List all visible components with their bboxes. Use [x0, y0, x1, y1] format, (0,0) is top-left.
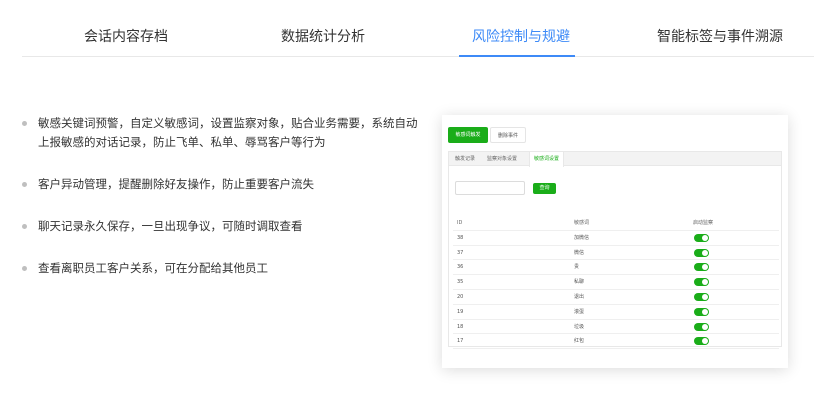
- monitor-toggle[interactable]: [694, 263, 709, 272]
- row-id: 37: [457, 249, 464, 256]
- table-row: 18 垃圾: [453, 320, 779, 335]
- table-row: 38 加微信: [453, 231, 779, 246]
- active-tab-indicator: [459, 55, 575, 57]
- table-row: 37 微信: [453, 246, 779, 261]
- table-row: 35 私聊: [453, 275, 779, 290]
- search-button[interactable]: 查询: [533, 183, 556, 194]
- sensitive-word-table: ID 敏感词 启动监察 38 加微信 37 微信 36 贵 35 私聊 20 退…: [453, 216, 779, 350]
- monitor-toggle[interactable]: [694, 307, 709, 316]
- feature-tabs: 会话内容存档 数据统计分析 风险控制与规避 智能标签与事件溯源: [22, 0, 814, 57]
- bullet-icon: [22, 121, 27, 126]
- toggle-knob: [702, 323, 708, 330]
- table-header: ID 敏感词 启动监察: [453, 216, 779, 231]
- sub-tabs: 触发记录 监察对象设置 敏感词设置: [449, 152, 781, 167]
- monitor-toggle[interactable]: [694, 292, 709, 301]
- monitor-toggle[interactable]: [694, 248, 709, 257]
- bullet-icon: [22, 224, 27, 229]
- row-word: 滚蛋: [574, 308, 585, 315]
- toggle-knob: [702, 338, 708, 345]
- feature-text: 敏感关键词预警，自定义敏感词，设置监察对象，贴合业务需要，系统自动上报敏感的对话…: [38, 116, 418, 149]
- search-input[interactable]: [455, 181, 525, 195]
- list-item: 敏感关键词预警，自定义敏感词，设置监察对象，贴合业务需要，系统自动上报敏感的对话…: [22, 114, 422, 152]
- bullet-icon: [22, 182, 27, 187]
- toggle-knob: [702, 264, 708, 271]
- toggle-knob: [702, 308, 708, 315]
- list-item: 客户异动管理，提醒删除好友操作，防止重要客户流失: [22, 175, 422, 194]
- table-row: 19 滚蛋: [453, 305, 779, 320]
- row-word: 微信: [574, 249, 585, 256]
- feature-list: 敏感关键词预警，自定义敏感词，设置监察对象，贴合业务需要，系统自动上报敏感的对话…: [22, 114, 422, 278]
- row-id: 36: [457, 264, 464, 271]
- toggle-knob: [702, 234, 708, 241]
- tab-risk-control[interactable]: 风险控制与规避: [472, 26, 570, 46]
- tab-chat-archive[interactable]: 会话内容存档: [84, 26, 168, 46]
- column-header-monitor: 启动监察: [693, 220, 714, 226]
- row-id: 17: [457, 338, 464, 345]
- row-word: 垃圾: [574, 323, 585, 330]
- monitor-toggle[interactable]: [694, 322, 709, 331]
- row-word: 红包: [574, 338, 585, 345]
- subtab-trigger-log[interactable]: 触发记录: [451, 152, 479, 166]
- monitor-toggle[interactable]: [694, 278, 709, 287]
- table-row: 20 退出: [453, 290, 779, 305]
- screenshot-content: 敏感词触发 删除事件 触发记录 监察对象设置 敏感词设置 查询 ID 敏感词 启…: [448, 121, 782, 350]
- table-row: 36 贵: [453, 260, 779, 276]
- subtab-monitor-target[interactable]: 监察对象设置: [483, 152, 521, 166]
- toggle-knob: [702, 249, 708, 256]
- row-id: 35: [457, 279, 464, 286]
- monitor-toggle[interactable]: [694, 233, 709, 242]
- product-screenshot-card: 敏感词触发 删除事件 触发记录 监察对象设置 敏感词设置 查询 ID 敏感词 启…: [442, 115, 788, 368]
- column-header-id: ID: [457, 220, 463, 226]
- table-row: 17 红包: [453, 334, 779, 350]
- row-id: 38: [457, 234, 464, 241]
- toggle-knob: [702, 279, 708, 286]
- settings-panel: 触发记录 监察对象设置 敏感词设置 查询 ID 敏感词 启动监察 38 加微信: [448, 151, 782, 350]
- row-id: 19: [457, 308, 464, 315]
- row-id: 20: [457, 293, 464, 300]
- delete-event-button[interactable]: 删除事件: [490, 127, 526, 143]
- row-word: 私聊: [574, 279, 585, 286]
- row-word: 加微信: [574, 234, 590, 241]
- row-word: 退出: [574, 293, 585, 300]
- tab-data-analysis[interactable]: 数据统计分析: [281, 26, 365, 46]
- list-item: 聊天记录永久保存，一旦出现争议，可随时调取查看: [22, 217, 422, 236]
- row-id: 18: [457, 323, 464, 330]
- monitor-toggle[interactable]: [694, 337, 709, 346]
- subtab-sensitive-words[interactable]: 敏感词设置: [529, 152, 565, 167]
- row-word: 贵: [574, 264, 580, 271]
- feature-text: 聊天记录永久保存，一旦出现争议，可随时调取查看: [38, 219, 303, 233]
- feature-text: 客户异动管理，提醒删除好友操作，防止重要客户流失: [38, 177, 314, 191]
- bullet-icon: [22, 266, 27, 271]
- sensitive-word-trigger-button[interactable]: 敏感词触发: [448, 127, 488, 143]
- list-item: 查看离职员工客户关系，可在分配给其他员工: [22, 259, 422, 278]
- feature-text: 查看离职员工客户关系，可在分配给其他员工: [38, 261, 268, 275]
- toggle-knob: [702, 293, 708, 300]
- column-header-word: 敏感词: [574, 220, 590, 226]
- tab-smart-tags[interactable]: 智能标签与事件溯源: [657, 26, 783, 46]
